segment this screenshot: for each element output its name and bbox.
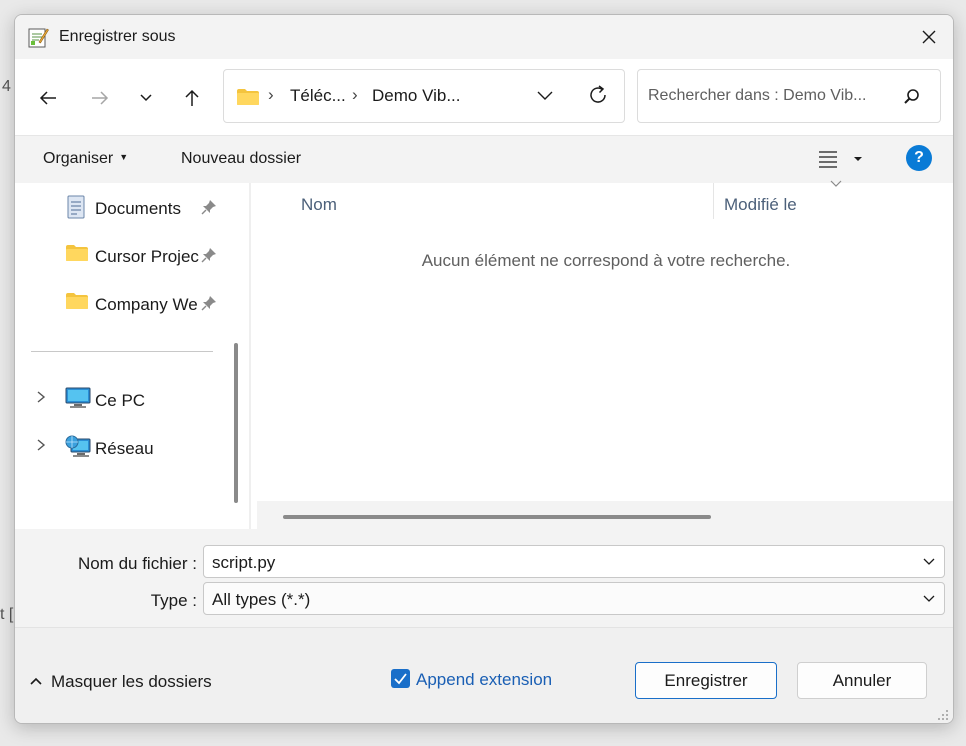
forward-button[interactable]: [83, 81, 117, 115]
hide-folders-label: Masquer les dossiers: [51, 672, 212, 691]
help-button[interactable]: ?: [906, 145, 932, 171]
type-label: Type :: [150, 591, 197, 610]
save-button[interactable]: Enregistrer: [635, 662, 777, 699]
caret-down-icon: ▼: [119, 152, 129, 162]
file-list: Nom Modifié le Aucun élément ne correspo…: [257, 180, 953, 529]
checkbox-checked-icon[interactable]: [391, 669, 410, 688]
search-input[interactable]: [648, 84, 892, 108]
breadcrumb-item[interactable]: Demo Vib...: [372, 86, 461, 106]
append-extension-checkbox[interactable]: Append extension: [391, 669, 552, 690]
document-icon: [67, 195, 85, 219]
sidebar-item-label: Cursor Projec: [95, 247, 199, 266]
up-arrow-icon: [185, 89, 199, 106]
sidebar-item-company-website[interactable]: Company We: [15, 283, 216, 323]
view-list-icon: [819, 151, 862, 168]
pin-icon: [201, 248, 216, 263]
scrollbar-thumb[interactable]: [283, 515, 711, 519]
background-text-fragment: t [: [0, 606, 14, 623]
chevron-up-icon: [30, 677, 42, 685]
horizontal-scrollbar[interactable]: [257, 501, 953, 529]
resize-grip-icon[interactable]: [937, 709, 949, 721]
back-button[interactable]: [31, 81, 65, 115]
organize-menu[interactable]: Organiser ▼: [43, 150, 128, 168]
dialog-title: Enregistrer sous: [59, 28, 176, 45]
sidebar-item-this-pc[interactable]: Ce PC: [15, 379, 215, 419]
sidebar-item-label: Ce PC: [95, 391, 146, 410]
navigation-pane: Documents Cursor Projec Company We Ce PC…: [15, 183, 249, 529]
search-icon[interactable]: [902, 87, 922, 107]
computer-icon: [65, 387, 91, 408]
pin-icon: [201, 200, 216, 215]
view-options-button[interactable]: [817, 148, 867, 175]
folder-icon: [66, 293, 88, 309]
sidebar-item-label: Réseau: [95, 439, 154, 458]
recent-locations-button[interactable]: [129, 81, 163, 115]
breadcrumb-separator: ›: [268, 85, 274, 104]
append-extension-label: Append extension: [416, 670, 553, 689]
chevron-down-icon: [140, 94, 152, 102]
notepad-plus-icon: [28, 28, 49, 48]
breadcrumb-separator: ›: [352, 85, 358, 104]
search-box[interactable]: [637, 69, 941, 123]
up-button[interactable]: [175, 81, 209, 115]
save-form: Nom du fichier : script.py Type : All ty…: [15, 529, 953, 627]
dialog-footer: Masquer les dossiers Append extension En…: [15, 627, 953, 723]
chevron-down-icon[interactable]: [922, 557, 936, 567]
command-bar: Organiser ▼ Nouveau dossier: [15, 135, 953, 183]
sidebar-item-cursor-projects[interactable]: Cursor Projec: [15, 235, 216, 275]
save-as-dialog: Enregistrer sous › Téléc... › Demo Vib..…: [14, 14, 954, 724]
new-folder-button[interactable]: Nouveau dossier: [181, 150, 301, 168]
chevron-right-icon[interactable]: [35, 438, 47, 452]
filename-label: Nom du fichier :: [77, 554, 197, 573]
navigation-bar: › Téléc... › Demo Vib...: [15, 59, 953, 135]
chevron-down-icon[interactable]: [536, 86, 554, 104]
folder-icon: [66, 245, 88, 261]
file-type-value: All types (*.*): [212, 590, 311, 609]
refresh-icon[interactable]: [586, 83, 610, 107]
sidebar-item-network[interactable]: Réseau: [15, 427, 215, 467]
close-icon: [922, 30, 936, 44]
filename-value[interactable]: script.py: [212, 553, 275, 573]
chevron-down-icon[interactable]: [922, 594, 936, 604]
column-header-name[interactable]: Nom: [301, 195, 337, 215]
folder-icon: [237, 89, 259, 105]
pin-icon: [201, 296, 216, 311]
organize-label: Organiser: [43, 150, 114, 167]
sidebar-scrollbar[interactable]: [234, 343, 238, 503]
network-icon: [65, 435, 91, 457]
pane-splitter[interactable]: [249, 183, 251, 529]
empty-state-message: Aucun élément ne correspond à votre rech…: [421, 251, 791, 270]
column-header-modified[interactable]: Modifié le: [724, 195, 797, 215]
sidebar-item-label: Documents: [95, 199, 181, 218]
address-bar[interactable]: › Téléc... › Demo Vib...: [223, 69, 625, 123]
chevron-right-icon[interactable]: [35, 390, 47, 404]
filename-field[interactable]: script.py: [203, 545, 945, 578]
hide-folders-toggle[interactable]: Masquer les dossiers: [29, 672, 212, 692]
sort-chevron-icon: [830, 180, 842, 187]
back-arrow-icon: [39, 91, 56, 105]
forward-arrow-icon: [92, 91, 109, 105]
title-bar: Enregistrer sous: [15, 15, 953, 59]
browser-area: Documents Cursor Projec Company We Ce PC…: [15, 180, 953, 529]
sidebar-item-documents[interactable]: Documents: [15, 187, 216, 227]
sidebar-divider: [31, 351, 213, 352]
sidebar-item-label: Company We: [95, 295, 198, 314]
file-type-select[interactable]: All types (*.*): [203, 582, 945, 615]
column-divider[interactable]: [713, 183, 714, 219]
breadcrumb-item[interactable]: Téléc...: [290, 86, 346, 106]
background-text-fragment: 4: [2, 78, 11, 95]
cancel-button[interactable]: Annuler: [797, 662, 927, 699]
close-button[interactable]: [905, 15, 953, 59]
